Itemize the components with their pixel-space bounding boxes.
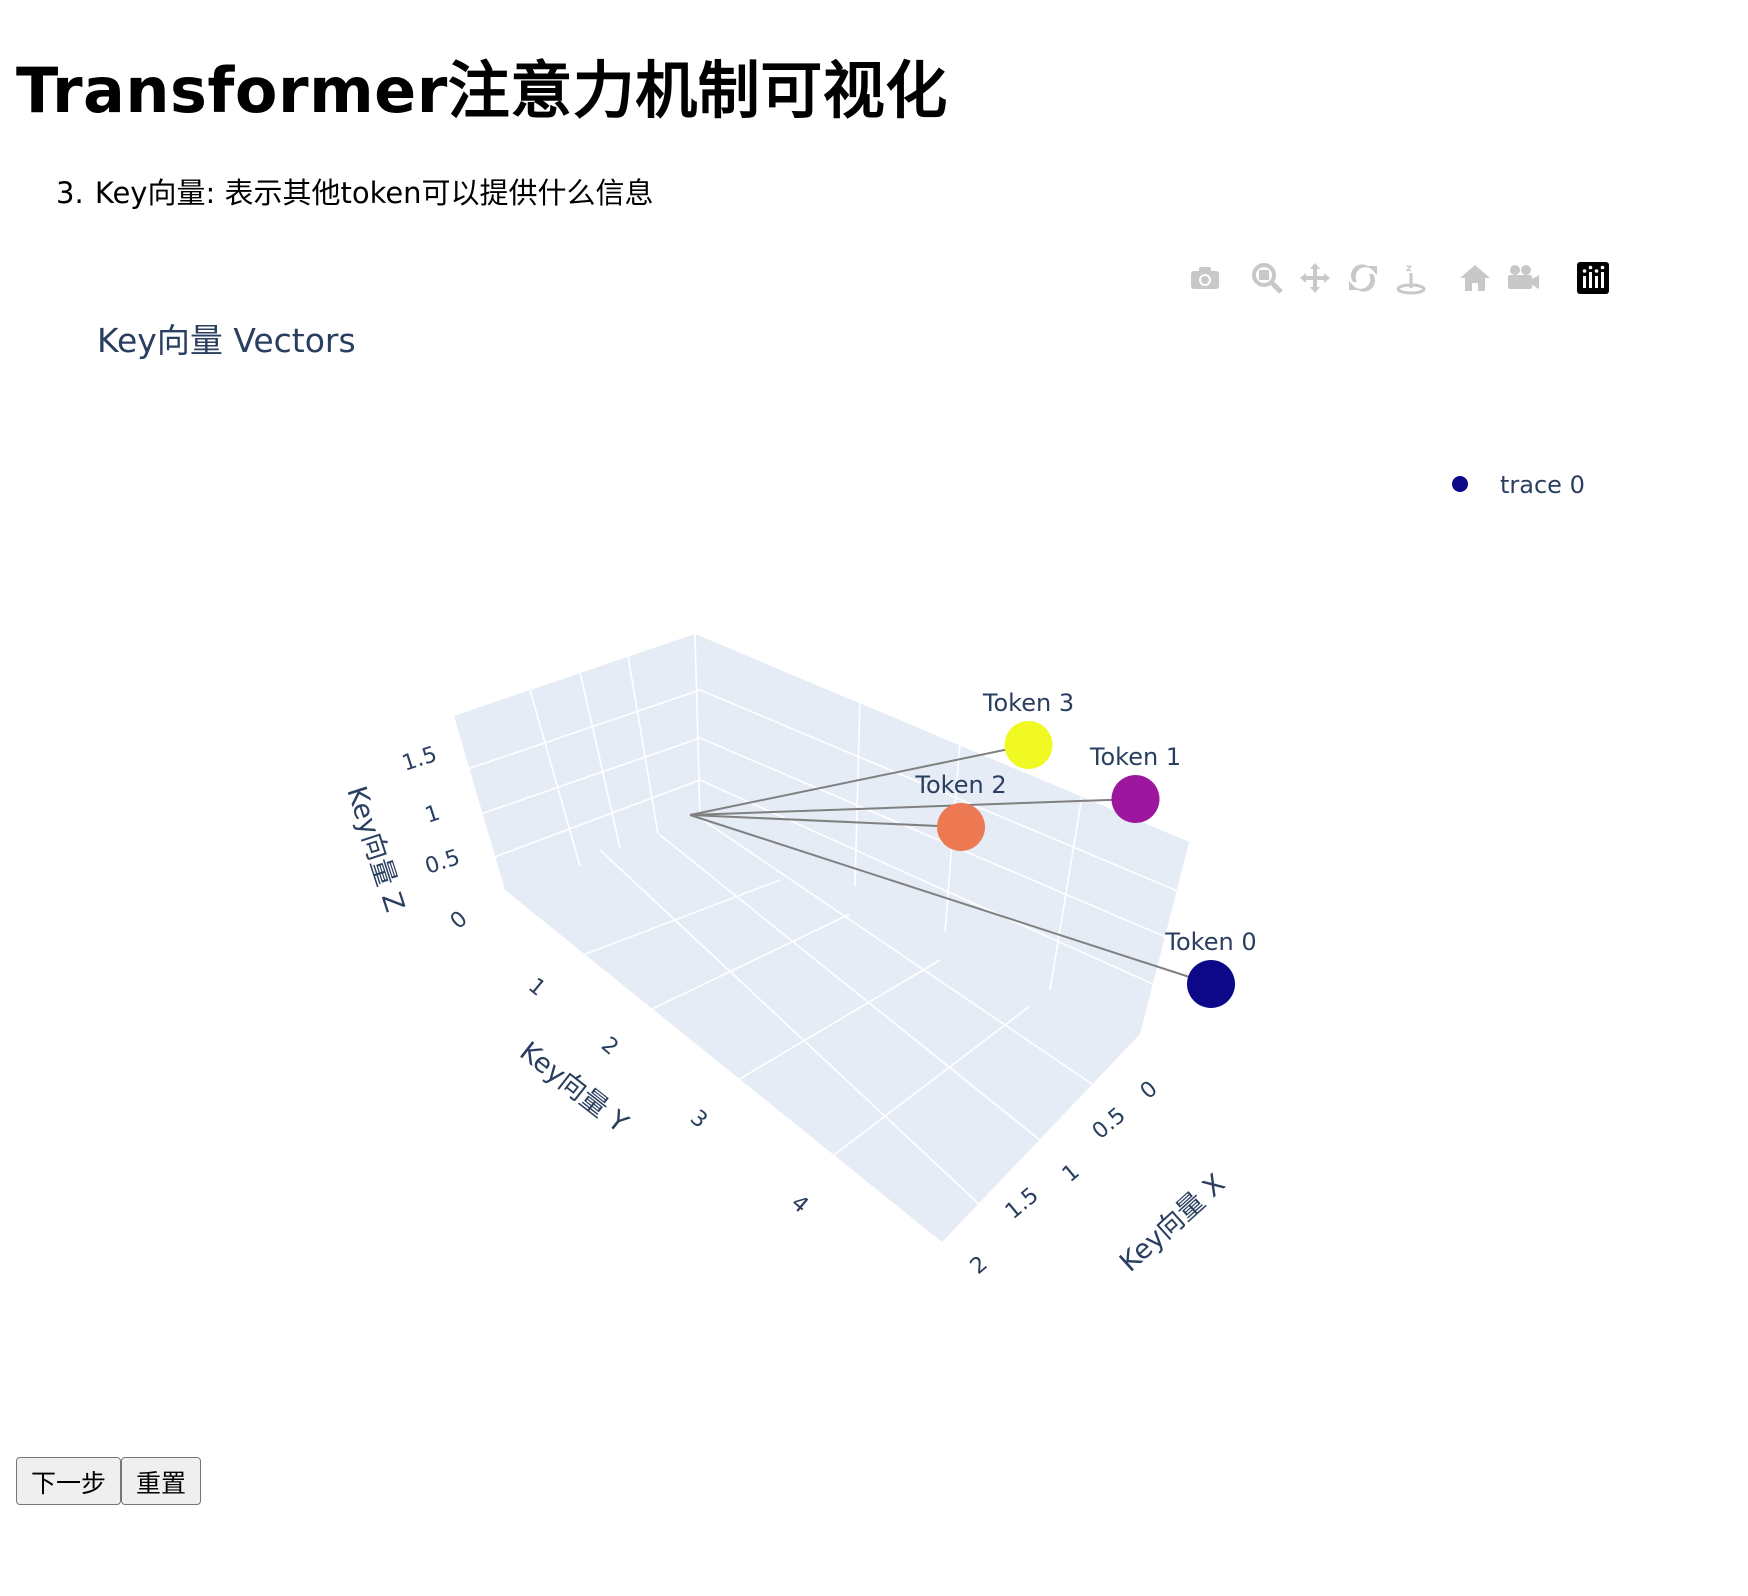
modebar: z [1185,258,1625,298]
data-point-marker[interactable] [1111,775,1160,823]
legend[interactable]: trace 0 [1452,471,1585,499]
z-tick-label: 0 [446,906,473,934]
reset-button[interactable]: 重置 [121,1457,202,1505]
x-tick-label: 1 [1058,1159,1085,1187]
x-tick-label: 2 [966,1251,993,1279]
y-tick-label: 4 [786,1190,813,1218]
x-tick-label: 1.5 [1001,1183,1044,1225]
plot-area[interactable]: Key向量 Vectors trace 0 1.5 1 0.5 0 1 2 3 … [0,0,1748,1440]
z-axis-title: Key向量 Z [340,783,410,916]
data-point-label: Token 0 [1164,928,1256,956]
y-tick-label: 1 [523,973,550,1001]
camera-last-save-icon[interactable] [1503,258,1543,298]
x-axis-title: Key向量 X [1114,1168,1231,1278]
next-step-button[interactable]: 下一步 [16,1457,122,1505]
home-icon[interactable] [1455,258,1495,298]
data-point-label: Token 3 [982,689,1074,717]
zoom-icon[interactable] [1247,258,1287,298]
scene[interactable] [454,633,1189,1242]
chart-title: Key向量 Vectors [97,321,356,360]
button-row: 下一步 重置 [16,1457,202,1505]
y-axis-title: Key向量 Y [514,1036,634,1140]
data-point-marker[interactable] [1187,960,1235,1008]
pan-icon[interactable] [1295,258,1335,298]
x-tick-label: 0.5 [1088,1103,1131,1145]
z-tick-label: 1 [422,801,443,829]
z-tick-label: 0.5 [422,845,463,880]
turntable-rotation-icon[interactable]: z [1391,258,1431,298]
orbit-rotation-icon[interactable] [1343,258,1383,298]
z-tick-label: 1.5 [399,742,440,777]
legend-label[interactable]: trace 0 [1500,471,1585,499]
y-tick-label: 3 [685,1105,712,1133]
svg-text:z: z [1406,263,1412,274]
legend-marker [1452,476,1468,492]
data-point-label: Token 1 [1089,743,1181,771]
y-tick-label: 2 [596,1032,623,1060]
plotly-logo-icon[interactable] [1573,258,1613,298]
camera-icon[interactable] [1185,258,1225,298]
data-point-label: Token 2 [914,771,1006,799]
x-tick-label: 0 [1136,1076,1163,1104]
data-point-marker[interactable] [1004,721,1053,769]
data-point-marker[interactable] [937,803,985,851]
